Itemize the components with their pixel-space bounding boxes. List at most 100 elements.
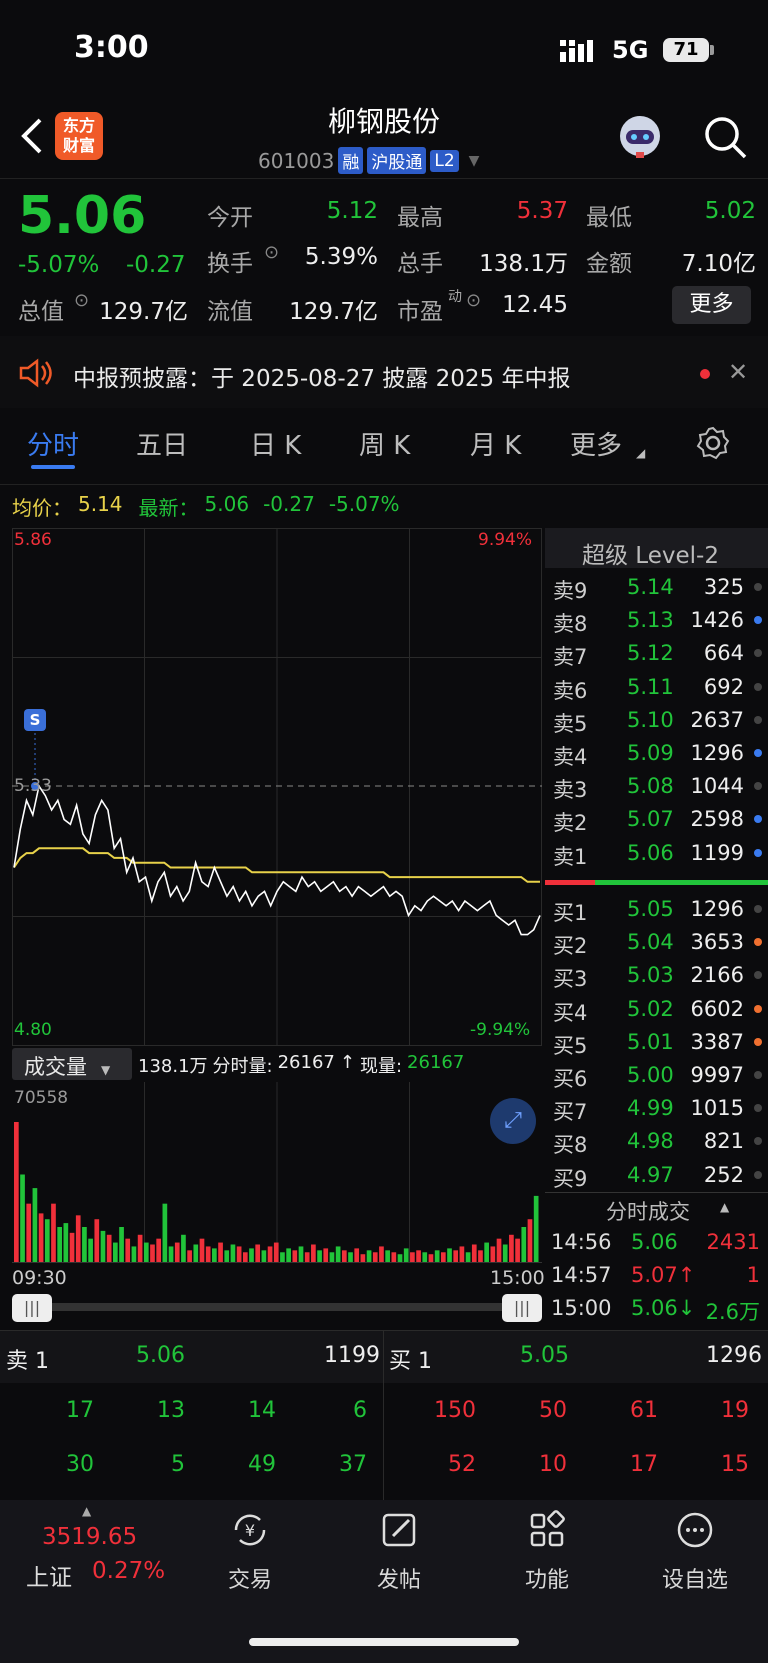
ob-marker-dot <box>754 971 762 980</box>
ob-qty: 1296 <box>690 741 744 765</box>
nav-watchlist[interactable]: 设自选 <box>645 1510 745 1594</box>
ob-qty: 821 <box>703 1129 744 1154</box>
ask-row-4[interactable]: 卖6 5.11 692 <box>545 671 768 704</box>
float-label: 流值 <box>207 299 253 325</box>
tab-monthly-k[interactable]: 月 K <box>470 425 521 462</box>
open-label: 今开 <box>207 205 253 231</box>
index-expand-icon[interactable]: ▲ <box>82 1504 91 1518</box>
volume-bar <box>335 1246 341 1262</box>
trades-divider <box>545 1192 768 1193</box>
volume-chart <box>14 1082 539 1262</box>
bid-row-1[interactable]: 买1 5.05 1296 <box>545 893 768 926</box>
range-handle-left[interactable]: ||| <box>12 1294 52 1322</box>
ob-level-label: 卖1 <box>553 844 588 869</box>
queue-ask-cell: 17 <box>66 1398 94 1423</box>
ask-row-6[interactable]: 卖4 5.09 1296 <box>545 737 768 770</box>
tab-daily-k[interactable]: 日 K <box>250 425 301 462</box>
dropdown-icon[interactable]: ▼ <box>469 153 480 169</box>
grid-icon <box>530 1510 565 1547</box>
ob-level-label: 卖8 <box>553 612 588 637</box>
ask-row-5[interactable]: 卖5 5.10 2637 <box>545 704 768 737</box>
info-icon[interactable]: ⊙ <box>74 290 89 311</box>
volume-bar <box>490 1246 496 1262</box>
volume-bar <box>453 1250 459 1262</box>
volume-bar <box>193 1244 199 1262</box>
volume-bar <box>440 1252 446 1262</box>
volume-bar <box>478 1250 483 1262</box>
volume-bar <box>304 1252 310 1262</box>
ob-qty: 1044 <box>690 774 744 799</box>
bid-row-7[interactable]: 买7 4.99 1015 <box>545 1092 768 1125</box>
ob-level-label: 卖9 <box>553 579 588 603</box>
index-value[interactable]: 3519.65 <box>42 1524 137 1550</box>
volume-total: 138.1万 <box>138 1056 208 1077</box>
bid-row-6[interactable]: 买6 5.00 9997 <box>545 1059 768 1092</box>
ob-price: 5.09 <box>627 741 674 765</box>
ask-row-2[interactable]: 卖8 5.13 1426 <box>545 604 768 637</box>
trade-time: 15:00 <box>551 1296 612 1320</box>
ask-row-7[interactable]: 卖3 5.08 1044 <box>545 770 768 803</box>
nav-trade[interactable]: ¥ 交易 <box>200 1510 300 1594</box>
ob-qty: 3653 <box>690 930 744 955</box>
volume-label: 总手 <box>397 251 443 277</box>
tab-weekly-k[interactable]: 周 K <box>359 425 410 462</box>
ask-row-9[interactable]: 卖1 5.06 1199 <box>545 837 768 870</box>
l2-tag: L2 <box>430 149 459 172</box>
volume-selector[interactable]: 成交量 ▼ <box>12 1048 132 1080</box>
bid-row-3[interactable]: 买3 5.03 2166 <box>545 959 768 992</box>
ob-marker-dot <box>754 1170 762 1179</box>
tab-more[interactable]: 更多 <box>570 425 622 462</box>
tab-five-day[interactable]: 五日 <box>136 425 188 462</box>
tab-intraday[interactable]: 分时 <box>27 425 79 462</box>
volume-bar <box>502 1244 508 1262</box>
current-volume: 26167 <box>407 1052 465 1073</box>
bid-row-8[interactable]: 买8 4.98 821 <box>545 1125 768 1158</box>
volume-bar <box>341 1250 347 1262</box>
info-icon[interactable]: ⊙ <box>264 242 279 263</box>
intraday-chart[interactable] <box>12 528 542 1046</box>
nav-post[interactable]: 发帖 <box>349 1510 449 1594</box>
queue-ask-cell: 49 <box>248 1452 276 1477</box>
signal-marker[interactable]: S <box>24 709 46 731</box>
stock-code: 601003 <box>258 148 335 173</box>
volume-bar <box>521 1227 527 1262</box>
range-track[interactable] <box>20 1303 530 1311</box>
volume-bar <box>44 1219 50 1262</box>
tab-active-indicator <box>31 465 75 469</box>
bid-row-9[interactable]: 买9 4.97 252 <box>545 1159 768 1192</box>
robot-assistant-icon[interactable] <box>616 112 664 160</box>
volume-info: 138.1万 分时量: 26167 ↑ 现量: 26167 <box>138 1052 465 1077</box>
nav-functions[interactable]: 功能 <box>497 1510 597 1594</box>
volume-bar <box>428 1254 434 1262</box>
index-name[interactable]: 上证 <box>26 1558 72 1592</box>
volume-label: 成交量 <box>24 1055 87 1079</box>
range-handle-right[interactable]: ||| <box>502 1294 542 1322</box>
index-pct[interactable]: 0.27% <box>92 1558 165 1584</box>
bid-row-5[interactable]: 买5 5.01 3387 <box>545 1026 768 1059</box>
bid-row-2[interactable]: 买2 5.04 3653 <box>545 926 768 959</box>
ask-row-3[interactable]: 卖7 5.12 664 <box>545 637 768 670</box>
search-icon[interactable] <box>702 114 748 160</box>
settings-gear-icon[interactable] <box>696 426 730 460</box>
volume-bar <box>125 1238 131 1262</box>
pe-value: 12.45 <box>502 292 568 318</box>
close-icon[interactable]: ✕ <box>728 358 748 386</box>
ob-marker-dot <box>754 905 762 913</box>
volume-bar <box>156 1238 162 1262</box>
info-icon[interactable]: ⊙ <box>466 290 481 311</box>
trades-collapse-icon[interactable]: ▲ <box>720 1200 729 1214</box>
current-volume-label: 现量: <box>359 1056 403 1077</box>
bid-row-4[interactable]: 买4 5.02 6602 <box>545 993 768 1026</box>
queue-bid-cell: 61 <box>630 1398 658 1423</box>
ask-row-8[interactable]: 卖2 5.07 2598 <box>545 803 768 836</box>
queue-ask-cell: 5 <box>171 1452 185 1477</box>
ob-marker-dot <box>754 1037 762 1046</box>
minute-volume: 26167 <box>277 1052 335 1073</box>
volume-bar <box>273 1242 279 1262</box>
ob-price: 5.00 <box>627 1063 674 1087</box>
more-button[interactable]: 更多 <box>672 286 751 324</box>
volume-value: 138.1万 <box>479 251 568 277</box>
ob-level-label: 买4 <box>553 1000 588 1025</box>
ask-row-1[interactable]: 卖9 5.14 325 <box>545 571 768 604</box>
queue-bid-cell: 150 <box>434 1398 476 1423</box>
